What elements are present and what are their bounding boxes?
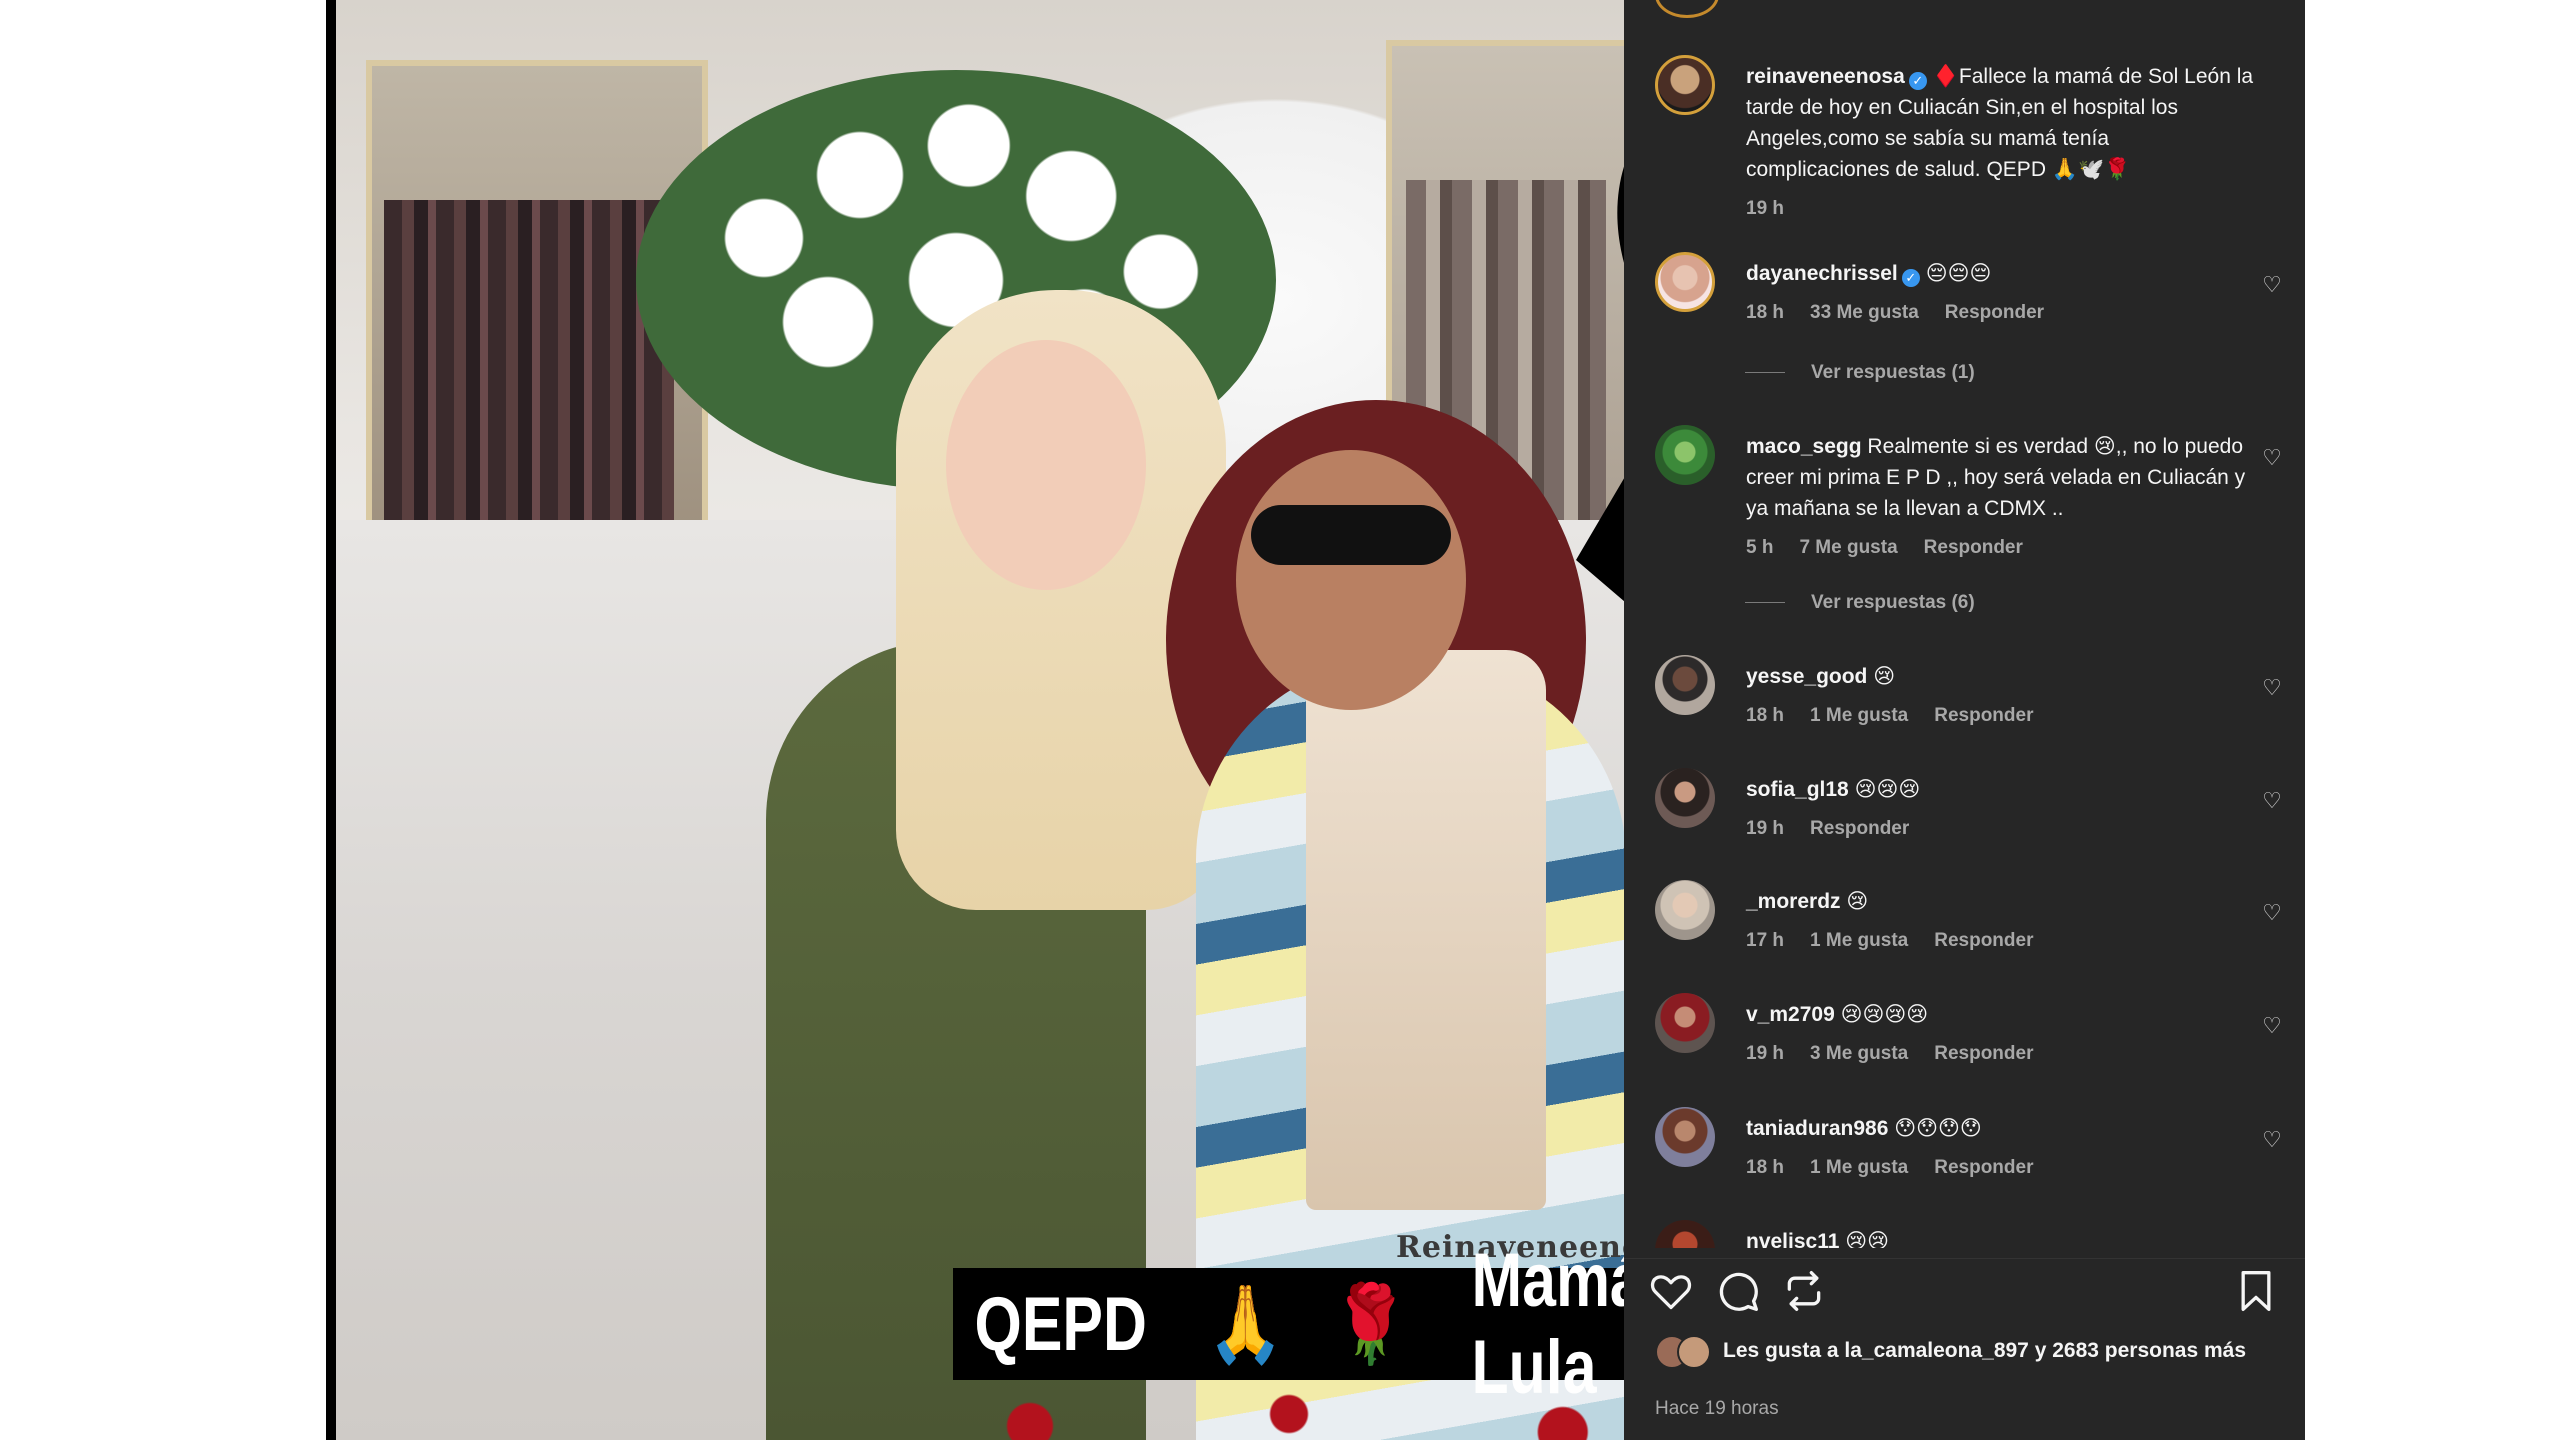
liker-avatars [1655, 1335, 1723, 1369]
avatar[interactable] [1655, 252, 1715, 312]
reply-button[interactable]: Responder [1924, 537, 2023, 558]
clothing-rack-left [384, 200, 674, 530]
post-photo[interactable]: Reinaveneenosa QEPD 🙏 🌹 Mamá Lula [336, 0, 1624, 1440]
comment-username[interactable]: yesse_good [1746, 665, 1867, 688]
heart-icon[interactable]: ♡ [2259, 445, 2285, 471]
avatar[interactable] [1655, 880, 1715, 940]
previous-avatar [1655, 0, 1719, 18]
comment-username[interactable]: nvelisc11 [1746, 1230, 1839, 1248]
likes-user[interactable]: la_camaleona_897 [1844, 1339, 2028, 1362]
likes-suffix[interactable]: y 2683 personas más [2029, 1339, 2246, 1362]
comment-username[interactable]: _morerdz [1746, 890, 1841, 913]
heart-icon[interactable]: ♡ [2259, 1127, 2285, 1153]
avatar [1677, 1335, 1711, 1369]
comment-text: 😢😢 [1845, 1230, 1890, 1248]
heart-icon[interactable]: ♡ [2259, 788, 2285, 814]
view-replies-button[interactable]: Ver respuestas (1) [1745, 362, 1975, 384]
banner-name-text: Mamá Lula [1471, 1238, 1624, 1410]
comment-likes[interactable]: 1 Me gusta [1810, 705, 1908, 726]
post-actions-bar [1624, 1258, 2305, 1319]
heart-icon[interactable] [1649, 1269, 1693, 1313]
repost-icon[interactable] [1782, 1269, 1826, 1313]
reply-button[interactable]: Responder [1810, 818, 1909, 839]
woman-left-face [946, 340, 1146, 590]
comment-time: 18 h [1746, 302, 1785, 323]
comment-time: 18 h [1746, 705, 1785, 726]
avatar[interactable] [1655, 425, 1715, 485]
comments-scroll[interactable]: reinaveneenosa ✓ ♦️Fallece la mamá de Sol … [1624, 0, 2305, 1248]
instagram-post: Reinaveneenosa QEPD 🙏 🌹 Mamá Lula reinav… [326, 0, 2305, 1440]
caption-username[interactable]: reinaveneenosa [1746, 65, 1905, 88]
mourning-ribbon-icon [1576, 166, 1624, 602]
comment-text: 😢 [1873, 665, 1896, 688]
avatar[interactable] [1655, 55, 1715, 115]
heart-icon[interactable]: ♡ [2259, 900, 2285, 926]
heart-icon[interactable]: ♡ [2259, 675, 2285, 701]
post-timestamp: Hace 19 horas [1655, 1398, 1779, 1419]
likes-prefix: Les gusta a [1723, 1339, 1845, 1362]
reply-button[interactable]: Responder [1934, 930, 2033, 951]
comment-text: 😢 [1846, 890, 1869, 913]
comment-username[interactable]: taniaduran986 [1746, 1117, 1888, 1140]
likes-summary[interactable]: Les gusta a la_camaleona_897 y 2683 pers… [1655, 1335, 2285, 1369]
comments-panel: reinaveneenosa ✓ ♦️Fallece la mamá de Sol … [1624, 0, 2305, 1440]
comment-likes[interactable]: 3 Me gusta [1810, 1043, 1908, 1064]
avatar[interactable] [1655, 768, 1715, 828]
comment-text: 😢😢😢😢 [1840, 1003, 1929, 1026]
reply-button[interactable]: Responder [1934, 1043, 2033, 1064]
comment-likes[interactable]: 7 Me gusta [1799, 537, 1897, 558]
comment-likes[interactable]: 1 Me gusta [1810, 1157, 1908, 1178]
comment-time: 17 h [1746, 930, 1785, 951]
banner-qepd-text: QEPD [974, 1281, 1147, 1367]
comment-icon[interactable] [1716, 1269, 1760, 1313]
caption-time: 19 h [1746, 198, 1785, 219]
comment-username[interactable]: dayanechrissel [1746, 262, 1898, 285]
reply-button[interactable]: Responder [1934, 1157, 2033, 1178]
bottom-roses [956, 1390, 1624, 1440]
comment-time: 19 h [1746, 1043, 1785, 1064]
heart-icon[interactable]: ♡ [2259, 1013, 2285, 1039]
comment-username[interactable]: sofia_gl18 [1746, 778, 1849, 801]
comment-username[interactable]: v_m2709 [1746, 1003, 1835, 1026]
sunglasses [1251, 505, 1451, 565]
comment-text: 😯😯😯😯 [1894, 1117, 1982, 1140]
verified-badge-icon: ✓ [1901, 269, 1920, 287]
reply-button[interactable]: Responder [1934, 705, 2033, 726]
comment-text: 😢😢😢 [1854, 778, 1921, 801]
qepd-banner: QEPD 🙏 🌹 Mamá Lula [953, 1238, 1624, 1410]
avatar[interactable] [1655, 655, 1715, 715]
rose-icon: 🌹 [1332, 1282, 1409, 1367]
view-replies-button[interactable]: Ver respuestas (6) [1745, 592, 1975, 614]
comment-time: 19 h [1746, 818, 1785, 839]
avatar[interactable] [1655, 993, 1715, 1053]
comment-time: 5 h [1746, 537, 1774, 558]
comment-likes[interactable]: 33 Me gusta [1810, 302, 1919, 323]
heart-icon[interactable]: ♡ [2259, 272, 2285, 298]
avatar[interactable] [1655, 1220, 1715, 1248]
scarf [1306, 650, 1546, 1210]
avatar[interactable] [1655, 1107, 1715, 1167]
woman-right-face [1236, 450, 1466, 710]
praying-hands-icon: 🙏 [1207, 1282, 1284, 1367]
comment-likes[interactable]: 1 Me gusta [1810, 930, 1908, 951]
comment-text: 😔😔😔 [1925, 262, 1992, 285]
bookmark-icon[interactable] [2234, 1269, 2278, 1313]
comment-time: 18 h [1746, 1157, 1785, 1178]
reply-button[interactable]: Responder [1945, 302, 2044, 323]
verified-badge-icon: ✓ [1908, 72, 1927, 90]
comment-username[interactable]: maco_segg [1746, 435, 1862, 458]
